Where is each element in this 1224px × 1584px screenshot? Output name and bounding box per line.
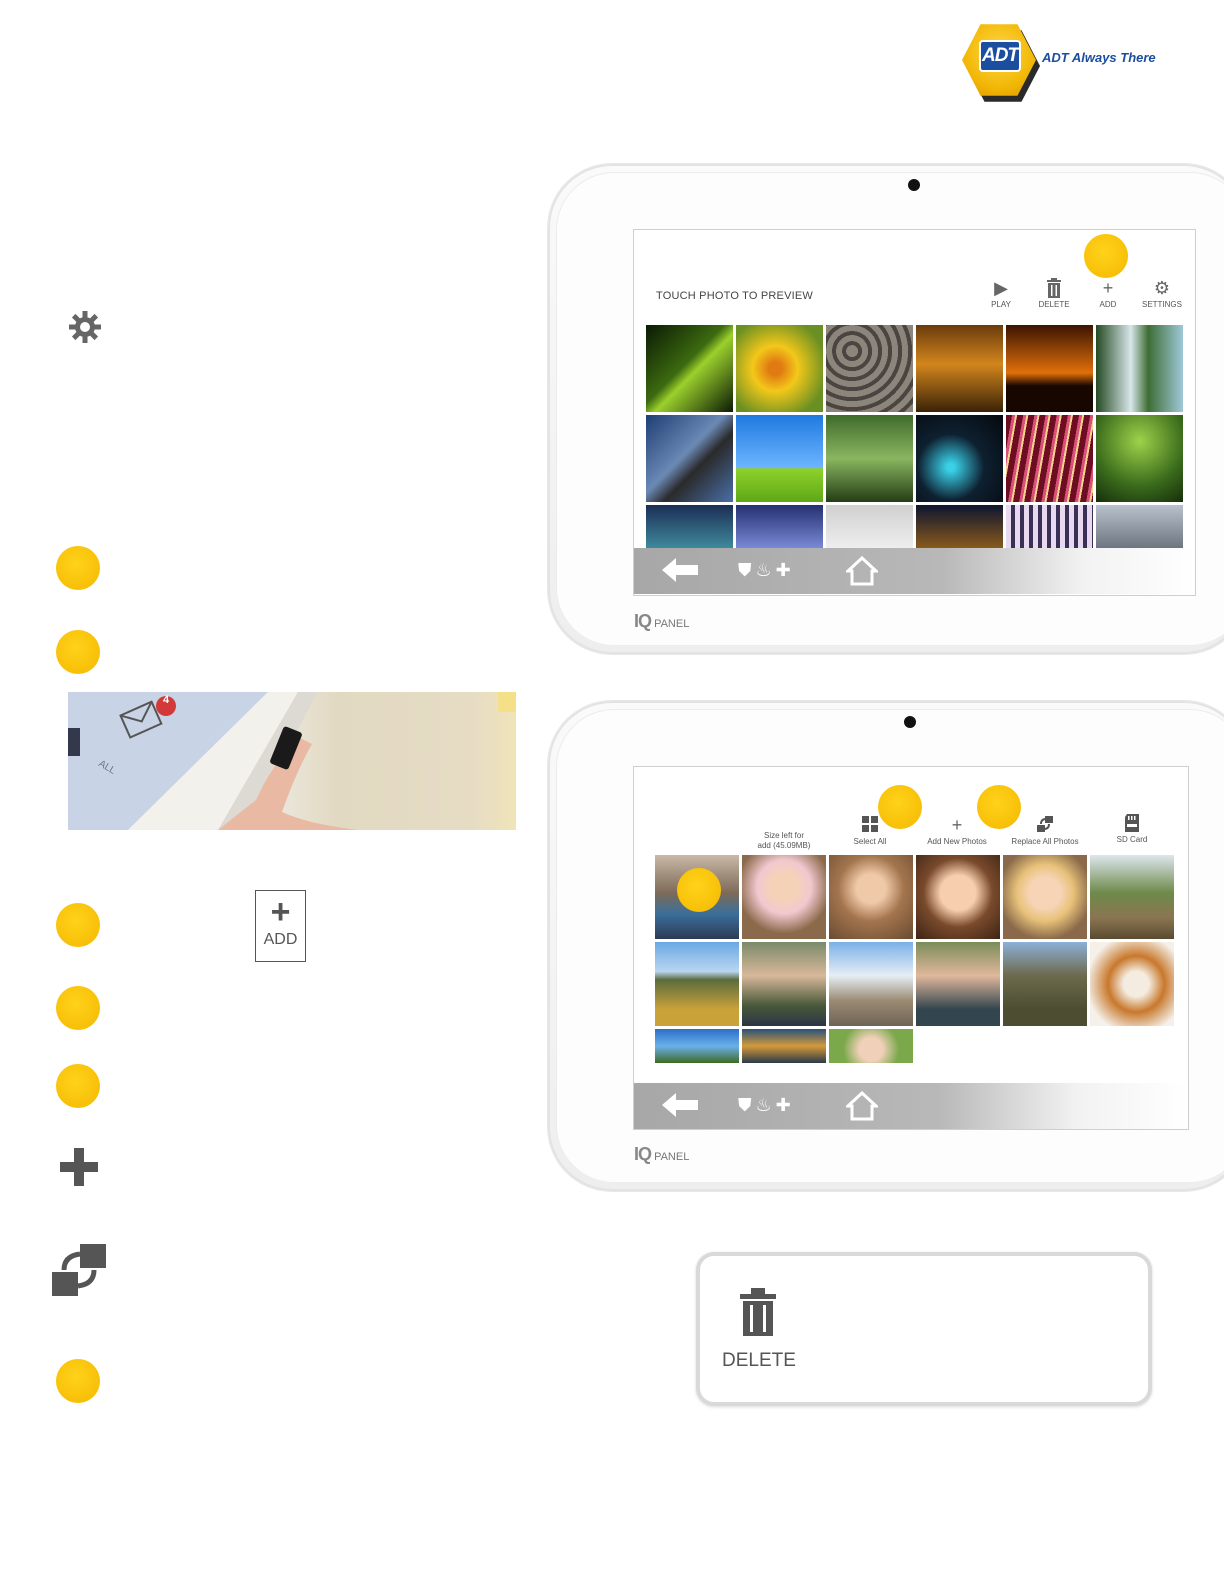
photo-thumbnail[interactable] [742,855,826,939]
select-all-label: Select All [853,837,887,846]
photo-thumbnail[interactable] [826,325,913,412]
delete-label: DELETE [722,1350,796,1371]
security-icons[interactable]: ⛊♨✚ [738,1095,795,1116]
photo-thumbnail[interactable] [646,325,733,412]
logo-badge: ADT [979,40,1021,72]
step-marker [56,546,100,590]
photo-thumbnail[interactable] [655,1029,739,1063]
back-arrow-icon[interactable] [662,1093,698,1117]
plus-icon: + [1102,278,1114,298]
photo-thumbnail[interactable] [742,1029,826,1063]
step-marker [878,785,922,829]
home-icon[interactable] [846,556,878,586]
photo-thumbnail[interactable] [736,325,823,412]
photo-thumbnail[interactable] [736,415,823,502]
camera-dot [904,716,916,728]
size-left-line1: Size left for [763,831,804,840]
step-marker [977,785,1021,829]
camera-dot [908,179,920,191]
photo-thumbnail[interactable] [1090,942,1174,1026]
play-icon: ▶ [994,278,1008,298]
delete-button-card[interactable]: DELETE [696,1252,1152,1406]
photo-thumbnail[interactable] [916,942,1000,1026]
replace-icon [52,1244,106,1296]
photo-thumbnail[interactable] [1090,855,1174,939]
security-icons[interactable]: ⛊♨✚ [738,560,795,581]
plus-icon [60,1148,98,1186]
size-left-text: Size left for add (45.09MB) [744,831,824,851]
back-arrow-icon[interactable] [662,558,698,582]
iq-panel-brand: IQ PANEL [634,1144,689,1165]
gear-icon [69,311,101,343]
brand-panel: PANEL [654,618,690,630]
photo-thumbnail[interactable] [1003,855,1087,939]
sd-card-photo-illustration [68,692,516,830]
settings-label: SETTINGS [1141,300,1182,309]
photo-thumbnail[interactable] [829,942,913,1026]
iq-panel-device-add-photos: Size left for add (45.09MB) Select All +… [548,701,1224,1191]
photo-thumbnail[interactable] [916,325,1003,412]
delete-label: DELETE [1038,300,1070,309]
photo-thumbnail[interactable] [829,1029,913,1063]
add-new-photos-label: Add New Photos [927,837,987,846]
sd-card-button[interactable]: SD Card [1102,813,1162,844]
step-marker [56,986,100,1030]
screen-title: TOUCH PHOTO TO PREVIEW [656,290,813,302]
photo-thumbnail[interactable] [916,415,1003,502]
step-marker [677,868,721,912]
iq-panel-device-photos: TOUCH PHOTO TO PREVIEW ▶ PLAY DELETE + A… [548,164,1224,654]
photo-thumbnail[interactable] [1006,325,1093,412]
bottom-nav: ⛊♨✚ [634,548,1195,594]
photo-thumbnail[interactable] [1006,415,1093,502]
photo-thumbnail[interactable] [742,942,826,1026]
brand-iq: IQ [634,1144,652,1164]
add-button-sample[interactable]: + ADD [255,890,306,962]
play-label: PLAY [991,300,1011,309]
brand-iq: IQ [634,611,652,631]
brand-panel: PANEL [654,1151,690,1163]
photo-thumbnail[interactable] [1003,942,1087,1026]
photo-thumbnail[interactable] [1096,325,1183,412]
settings-button[interactable]: ⚙ SETTINGS [1132,278,1192,309]
size-left-line2: add (45.09MB) [757,841,811,850]
photo-thumbnail[interactable] [826,415,913,502]
step-marker [1084,234,1128,278]
logo-tagline: ADT Always There [1042,50,1156,65]
sd-card-label: SD Card [1116,835,1148,844]
play-button[interactable]: ▶ PLAY [971,278,1031,309]
photo-thumbnail[interactable] [829,855,913,939]
step-marker [56,1064,100,1108]
photo-frame-screen: TOUCH PHOTO TO PREVIEW ▶ PLAY DELETE + A… [633,229,1196,596]
gear-icon: ⚙ [1153,278,1171,298]
replace-all-photos-label: Replace All Photos [1011,837,1079,846]
add-label: ADD [263,931,298,948]
photo-thumbnail[interactable] [646,415,733,502]
delete-button[interactable]: DELETE [1024,278,1084,309]
add-button[interactable]: + ADD [1078,278,1138,309]
photo-thumbnail[interactable] [655,942,739,1026]
mail-badge-count: 4 [162,694,170,706]
step-marker [56,630,100,674]
home-icon[interactable] [846,1091,878,1121]
photo-thumbnail[interactable] [1096,415,1183,502]
sd-card-icon [1102,813,1162,835]
photo-grid [655,855,1174,1113]
iq-panel-brand: IQ PANEL [634,611,689,632]
step-marker [56,903,100,947]
trash-icon [740,1288,776,1336]
bottom-nav: ⛊♨✚ [634,1083,1188,1129]
photo-thumbnail[interactable] [916,855,1000,939]
plus-icon: + [270,893,291,931]
trash-icon [1024,278,1084,300]
add-label: ADD [1099,300,1117,309]
step-marker [56,1359,100,1403]
sd-card-photo: 4 ALL [68,692,516,830]
